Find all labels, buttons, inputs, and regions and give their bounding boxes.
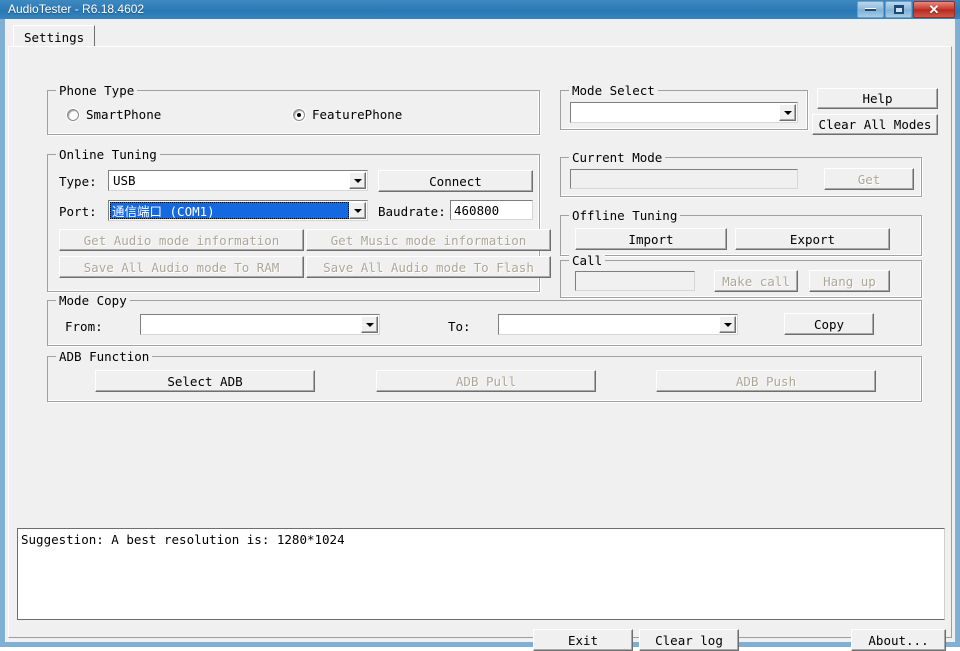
about-button[interactable]: About... — [851, 629, 946, 651]
close-icon: ✕ — [928, 1, 940, 17]
save-all-audio-mode-to-flash-button[interactable]: Save All Audio mode To Flash — [306, 256, 551, 278]
group-current-mode: Current Mode Get — [560, 150, 922, 197]
type-combo-arrow[interactable] — [349, 172, 366, 189]
mode-copy-from-arrow[interactable] — [361, 316, 378, 333]
group-offline-tuning-label: Offline Tuning — [569, 208, 681, 223]
radio-featurephone-label: FeaturePhone — [312, 107, 403, 122]
radio-smartphone-indicator — [67, 108, 79, 121]
group-mode-select: Mode Select — [560, 83, 808, 130]
make-call-button[interactable]: Make call — [714, 270, 798, 292]
call-number-field — [575, 271, 695, 291]
mode-select-combo-arrow[interactable] — [779, 104, 796, 121]
radio-featurephone-indicator — [293, 108, 305, 121]
type-combo-value: USB — [113, 173, 136, 188]
radio-smartphone[interactable]: SmartPhone — [67, 107, 161, 122]
mode-copy-to-value — [501, 315, 718, 334]
clear-log-button[interactable]: Clear log — [639, 629, 739, 651]
log-output[interactable]: Suggestion: A best resolution is: 1280*1… — [17, 528, 945, 620]
port-label: Port: — [59, 204, 97, 219]
hang-up-button[interactable]: Hang up — [809, 270, 890, 292]
port-combo-value: 通信端口 (COM1) — [110, 202, 349, 219]
port-combo-arrow[interactable] — [349, 202, 366, 219]
group-call: Call Make call Hang up — [560, 253, 922, 298]
radio-featurephone[interactable]: FeaturePhone — [293, 107, 402, 122]
adb-push-button[interactable]: ADB Push — [656, 370, 876, 392]
group-online-tuning-label: Online Tuning — [56, 147, 160, 162]
save-all-audio-mode-to-ram-button[interactable]: Save All Audio mode To RAM — [59, 256, 304, 278]
type-label: Type: — [59, 174, 97, 189]
mode-copy-to-combo[interactable] — [498, 314, 738, 335]
maximize-icon — [886, 2, 911, 17]
port-combo[interactable]: 通信端口 (COM1) — [108, 200, 368, 221]
chevron-down-icon — [365, 322, 374, 327]
to-label: To: — [448, 319, 471, 334]
chevron-down-icon — [353, 178, 362, 183]
mode-select-combo-value — [573, 103, 778, 122]
window-title: AudioTester - R6.18.4602 — [8, 2, 145, 16]
mode-copy-from-value — [143, 315, 360, 334]
get-audio-mode-information-button[interactable]: Get Audio mode information — [59, 229, 304, 251]
close-button[interactable]: ✕ — [913, 1, 955, 18]
group-adb-function: ADB Function Select ADB ADB Pull ADB Pus… — [47, 349, 922, 402]
group-call-label: Call — [569, 253, 606, 268]
exit-button[interactable]: Exit — [533, 629, 633, 651]
select-adb-button[interactable]: Select ADB — [95, 370, 315, 392]
maximize-button[interactable] — [885, 1, 912, 18]
copy-button[interactable]: Copy — [784, 313, 874, 335]
chevron-down-icon — [353, 208, 362, 213]
get-music-mode-information-button[interactable]: Get Music mode information — [306, 229, 551, 251]
chevron-down-icon — [783, 110, 792, 115]
group-phone-type: Phone Type SmartPhone FeaturePhone — [47, 83, 540, 135]
group-mode-select-label: Mode Select — [569, 83, 658, 98]
mode-copy-from-combo[interactable] — [140, 314, 380, 335]
get-button[interactable]: Get — [824, 168, 914, 190]
adb-pull-button[interactable]: ADB Pull — [376, 370, 596, 392]
tab-strip: Settings — [8, 25, 952, 47]
chevron-down-icon — [723, 322, 732, 327]
log-line: Suggestion: A best resolution is: 1280*1… — [21, 532, 345, 547]
tab-page-settings: Phone Type SmartPhone FeaturePhone Onlin… — [8, 46, 952, 651]
current-mode-field — [570, 169, 798, 189]
baudrate-input[interactable]: 460800 — [450, 200, 533, 220]
export-button[interactable]: Export — [735, 228, 890, 250]
minimize-icon — [858, 2, 883, 17]
import-button[interactable]: Import — [575, 228, 727, 250]
minimize-button[interactable] — [857, 1, 884, 18]
group-phone-type-label: Phone Type — [56, 83, 138, 98]
group-current-mode-label: Current Mode — [569, 150, 666, 165]
client-area: Settings Phone Type SmartPhone FeaturePh… — [4, 19, 956, 651]
connect-button[interactable]: Connect — [378, 170, 533, 192]
group-mode-copy: Mode Copy From: To: Copy — [47, 293, 922, 346]
mode-copy-to-arrow[interactable] — [719, 316, 736, 333]
tab-settings[interactable]: Settings — [13, 25, 96, 47]
group-online-tuning: Online Tuning Type: USB Connect Port: 通信… — [47, 147, 551, 292]
group-adb-function-label: ADB Function — [56, 349, 153, 364]
type-combo[interactable]: USB — [108, 170, 368, 191]
baudrate-label: Baudrate: — [378, 204, 446, 219]
mode-select-combo[interactable] — [570, 102, 798, 123]
radio-smartphone-label: SmartPhone — [86, 107, 162, 122]
group-offline-tuning: Offline Tuning Import Export — [560, 208, 922, 256]
title-bar: AudioTester - R6.18.4602 ✕ — [0, 0, 960, 19]
help-button[interactable]: Help — [817, 88, 938, 109]
from-label: From: — [65, 319, 103, 334]
clear-all-modes-button[interactable]: Clear All Modes — [812, 114, 938, 135]
application-window: AudioTester - R6.18.4602 ✕ Settings Phon… — [0, 0, 960, 651]
group-mode-copy-label: Mode Copy — [56, 293, 130, 308]
